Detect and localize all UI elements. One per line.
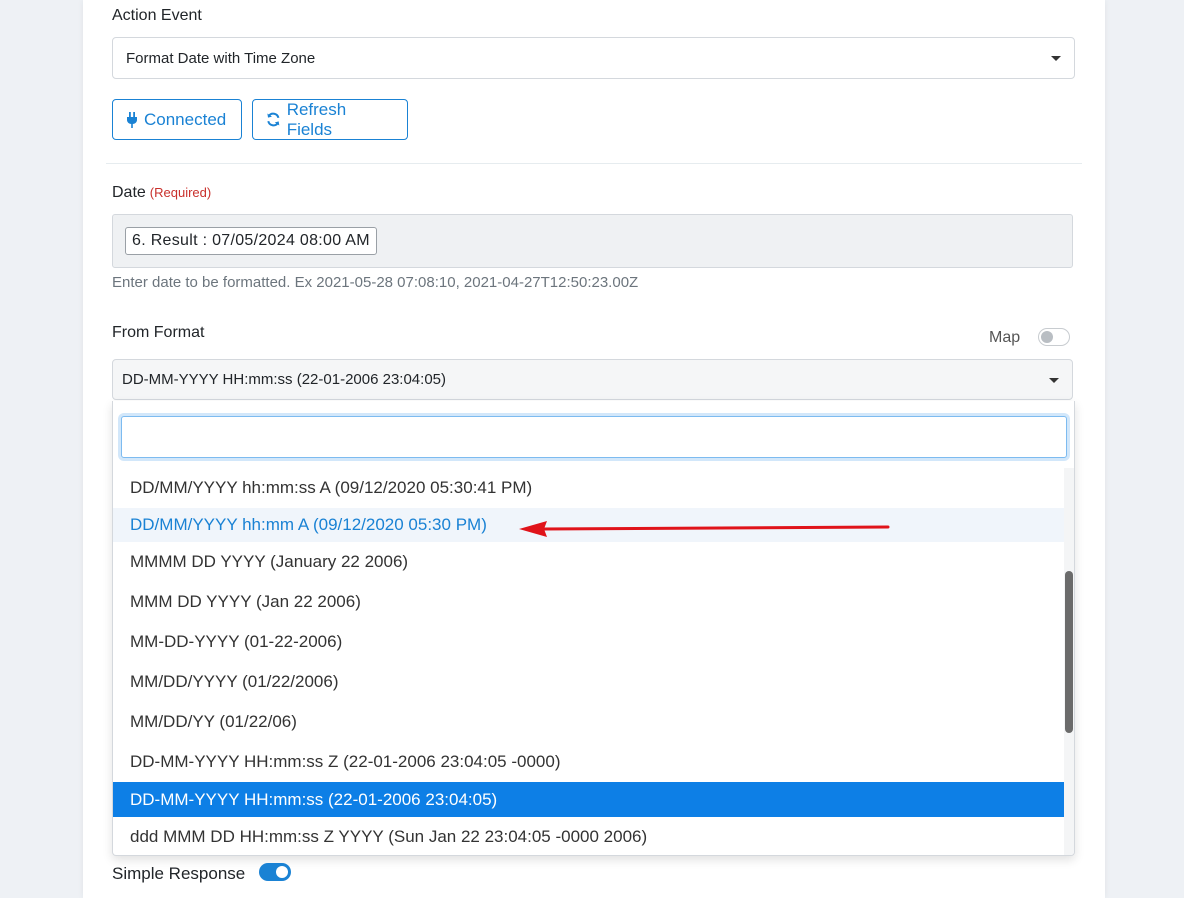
simple-response-label: Simple Response: [112, 864, 246, 883]
date-help-text: Enter date to be formatted. Ex 2021-05-2…: [112, 274, 639, 291]
toggle-knob: [1041, 331, 1053, 343]
required-indicator: (Required): [149, 185, 212, 200]
toggle-knob: [276, 866, 288, 878]
format-option[interactable]: MMM DD YYYY (Jan 22 2006): [113, 582, 1065, 622]
action-event-label: Action Event: [112, 7, 202, 24]
format-option[interactable]: DD-MM-YYYY HH:mm:ss Z (22-01-2006 23:04:…: [113, 742, 1065, 782]
format-option[interactable]: ddd MMM DD HH:mm:ss Z YYYY (Sun Jan 22 2…: [113, 817, 1065, 855]
from-format-dropdown: DD/MM/YYYY hh:mm:ss A (09/12/2020 05:30:…: [112, 401, 1075, 856]
action-event-value: Format Date with Time Zone: [126, 49, 316, 67]
from-format-label: From Format: [112, 324, 205, 341]
scrollbar-thumb[interactable]: [1065, 571, 1073, 733]
date-label: Date (Required): [112, 184, 211, 202]
format-option[interactable]: MM-DD-YYYY (01-22-2006): [113, 622, 1065, 662]
chevron-down-icon: [1049, 377, 1059, 383]
plug-icon: [127, 111, 137, 128]
refresh-fields-button[interactable]: Refresh Fields: [252, 99, 408, 140]
refresh-icon: [267, 112, 280, 127]
format-option[interactable]: DD-MM-YYYY HH:mm:ss (22-01-2006 23:04:05…: [113, 782, 1065, 817]
map-toggle[interactable]: [1038, 328, 1070, 346]
format-option[interactable]: MM/DD/YYYY (01/22/2006): [113, 662, 1065, 702]
format-option[interactable]: DD/MM/YYYY hh:mm:ss A (09/12/2020 05:30:…: [113, 468, 1065, 508]
connected-button[interactable]: Connected: [112, 99, 242, 140]
from-format-value: DD-MM-YYYY HH:mm:ss (22-01-2006 23:04:05…: [122, 371, 446, 388]
simple-response-toggle[interactable]: [259, 863, 291, 881]
refresh-label: Refresh Fields: [286, 99, 347, 139]
chevron-down-icon: [1051, 56, 1061, 61]
format-option[interactable]: MM/DD/YY (01/22/06): [113, 702, 1065, 742]
from-format-select[interactable]: DD-MM-YYYY HH:mm:ss (22-01-2006 23:04:05…: [112, 359, 1073, 400]
format-search-input[interactable]: [121, 416, 1067, 458]
format-option[interactable]: MMMM DD YYYY (January 22 2006): [113, 542, 1065, 582]
map-label: Map: [989, 329, 1021, 346]
section-divider: [106, 163, 1082, 164]
date-label-text: Date: [112, 184, 146, 201]
action-event-select[interactable]: Format Date with Time Zone: [112, 37, 1075, 79]
date-value-chip[interactable]: 6. Result : 07/05/2024 08:00 AM: [125, 227, 377, 255]
connected-label: Connected: [144, 109, 227, 129]
annotation-arrow-icon: [519, 521, 890, 537]
